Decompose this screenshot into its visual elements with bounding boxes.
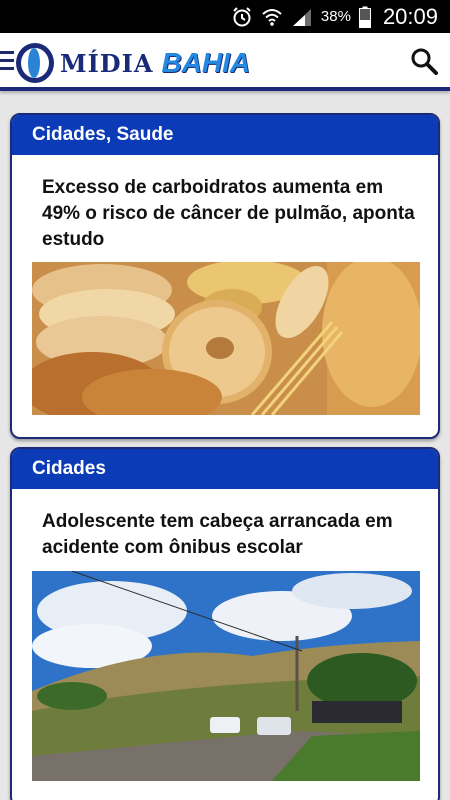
search-icon[interactable] (410, 47, 438, 75)
battery-percentage: 38% (320, 8, 351, 25)
logo-text-midia: MÍDIA (60, 48, 154, 78)
signal-icon (292, 8, 311, 26)
article-image[interactable] (32, 571, 420, 781)
wifi-icon (262, 8, 282, 26)
news-card[interactable]: Cidades, Saude Excesso de carboidratos a… (10, 113, 440, 439)
app-bar: MÍDIA BAHIA (0, 33, 450, 91)
alarm-icon (233, 6, 251, 26)
battery-icon (358, 6, 371, 28)
article-image[interactable] (32, 262, 420, 415)
logo-text-bahia: BAHIA (161, 47, 251, 78)
clock: 20:09 (382, 3, 438, 29)
article-title[interactable]: Adolescente tem cabeça arrancada em acid… (12, 489, 438, 561)
news-card[interactable]: Cidades Adolescente tem cabeça arrancada… (10, 447, 440, 800)
status-bar: 38% 20:09 (0, 0, 450, 33)
logo-emblem (16, 43, 54, 83)
article-title[interactable]: Excesso de carboidratos aumenta em 49% o… (12, 155, 438, 253)
card-category[interactable]: Cidades (12, 449, 438, 489)
menu-icon[interactable] (0, 51, 16, 73)
app-logo[interactable]: MÍDIA BAHIA (16, 41, 250, 85)
card-category[interactable]: Cidades, Saude (12, 115, 438, 155)
